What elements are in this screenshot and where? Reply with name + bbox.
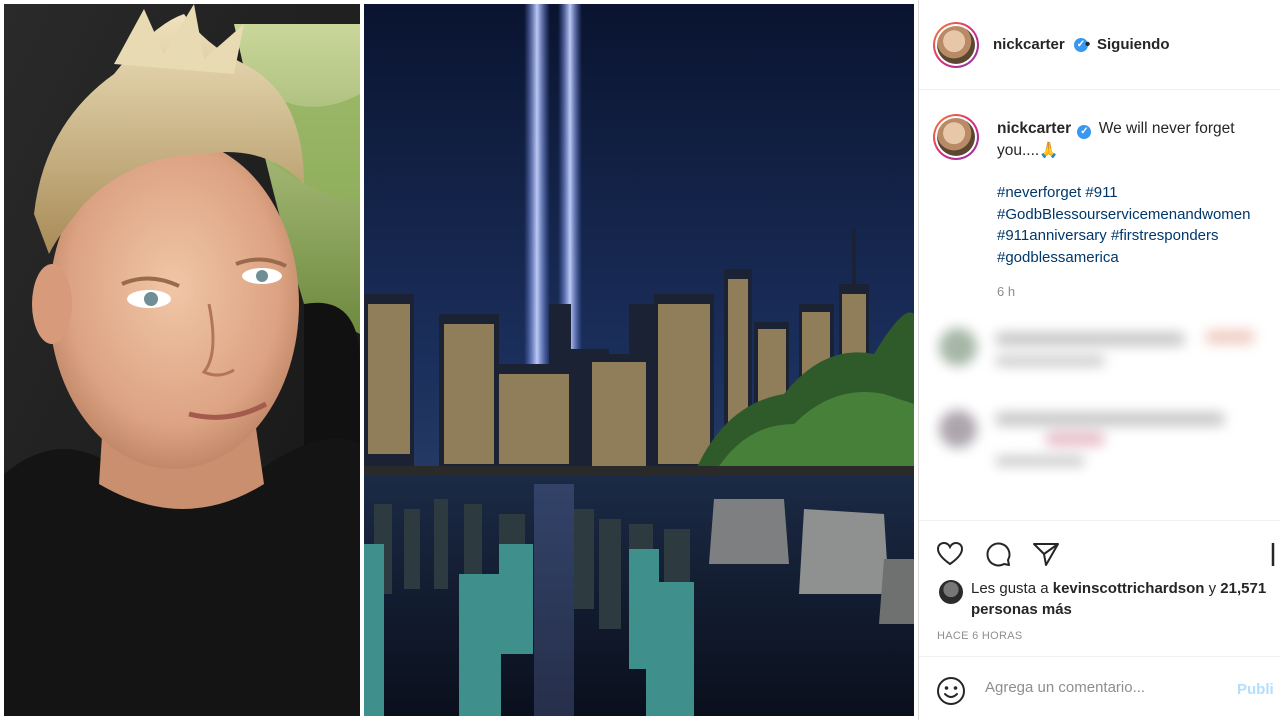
emoji-icon[interactable] bbox=[935, 675, 967, 707]
comment-composer: Publi bbox=[919, 656, 1280, 720]
hashtag-list: #neverforget #911 #GodbBlessourserviceme… bbox=[997, 182, 1280, 268]
header-username[interactable]: nickcarter bbox=[993, 36, 1065, 53]
header-separator: • bbox=[1085, 36, 1091, 53]
avatar-image bbox=[937, 118, 975, 156]
instagram-post-view: nickcarter ✓ • Siguiendo nickcarter ✓ We… bbox=[0, 0, 1280, 720]
likes-prefix: Les gusta a bbox=[971, 580, 1049, 597]
post-caption: nickcarter ✓ We will never forget you...… bbox=[997, 118, 1279, 161]
hashtag-line[interactable]: #911anniversary #firstresponders bbox=[997, 225, 1280, 247]
caption-username[interactable]: nickcarter bbox=[997, 120, 1071, 137]
post-header: nickcarter ✓ • Siguiendo bbox=[919, 0, 1280, 90]
blurred-comments bbox=[919, 316, 1280, 516]
post-sidebar: nickcarter ✓ • Siguiendo nickcarter ✓ We… bbox=[918, 0, 1280, 720]
liker-avatar[interactable] bbox=[939, 580, 963, 604]
hashtag-line[interactable]: #neverforget #911 bbox=[997, 182, 1280, 204]
heart-icon[interactable] bbox=[935, 539, 965, 569]
post-actions bbox=[919, 520, 1280, 584]
city-tribute-photo bbox=[364, 4, 914, 716]
comment-input[interactable] bbox=[985, 679, 1215, 696]
likes-connector: y bbox=[1208, 580, 1217, 597]
following-button[interactable]: Siguiendo bbox=[1097, 36, 1170, 53]
bookmark-icon[interactable] bbox=[1263, 539, 1280, 569]
selfie-photo bbox=[4, 4, 360, 716]
avatar-image bbox=[937, 26, 975, 64]
comment-row-blurred bbox=[935, 404, 1265, 466]
caption-avatar[interactable] bbox=[933, 114, 979, 160]
liker-username[interactable]: kevinscottrichardson bbox=[1053, 580, 1205, 597]
publish-button[interactable]: Publi bbox=[1237, 681, 1274, 698]
hashtag-line[interactable]: #godblessamerica bbox=[997, 247, 1280, 269]
hashtag-line[interactable]: #GodbBlessourservicemenandwomen bbox=[997, 204, 1280, 226]
comment-row-blurred bbox=[935, 322, 1265, 372]
verified-badge-icon: ✓ bbox=[1077, 125, 1092, 139]
comment-icon[interactable] bbox=[983, 539, 1013, 569]
caption-time-ago[interactable]: 6 h bbox=[997, 284, 1015, 299]
city-illustration bbox=[364, 4, 914, 716]
header-avatar[interactable] bbox=[933, 22, 979, 68]
paper-plane-icon[interactable] bbox=[1031, 539, 1061, 569]
selfie-illustration bbox=[4, 4, 360, 716]
likes-summary: Les gusta a kevinscottrichardson y 21,57… bbox=[971, 578, 1271, 620]
posted-timestamp[interactable]: HACE 6 HORAS bbox=[937, 630, 1023, 642]
